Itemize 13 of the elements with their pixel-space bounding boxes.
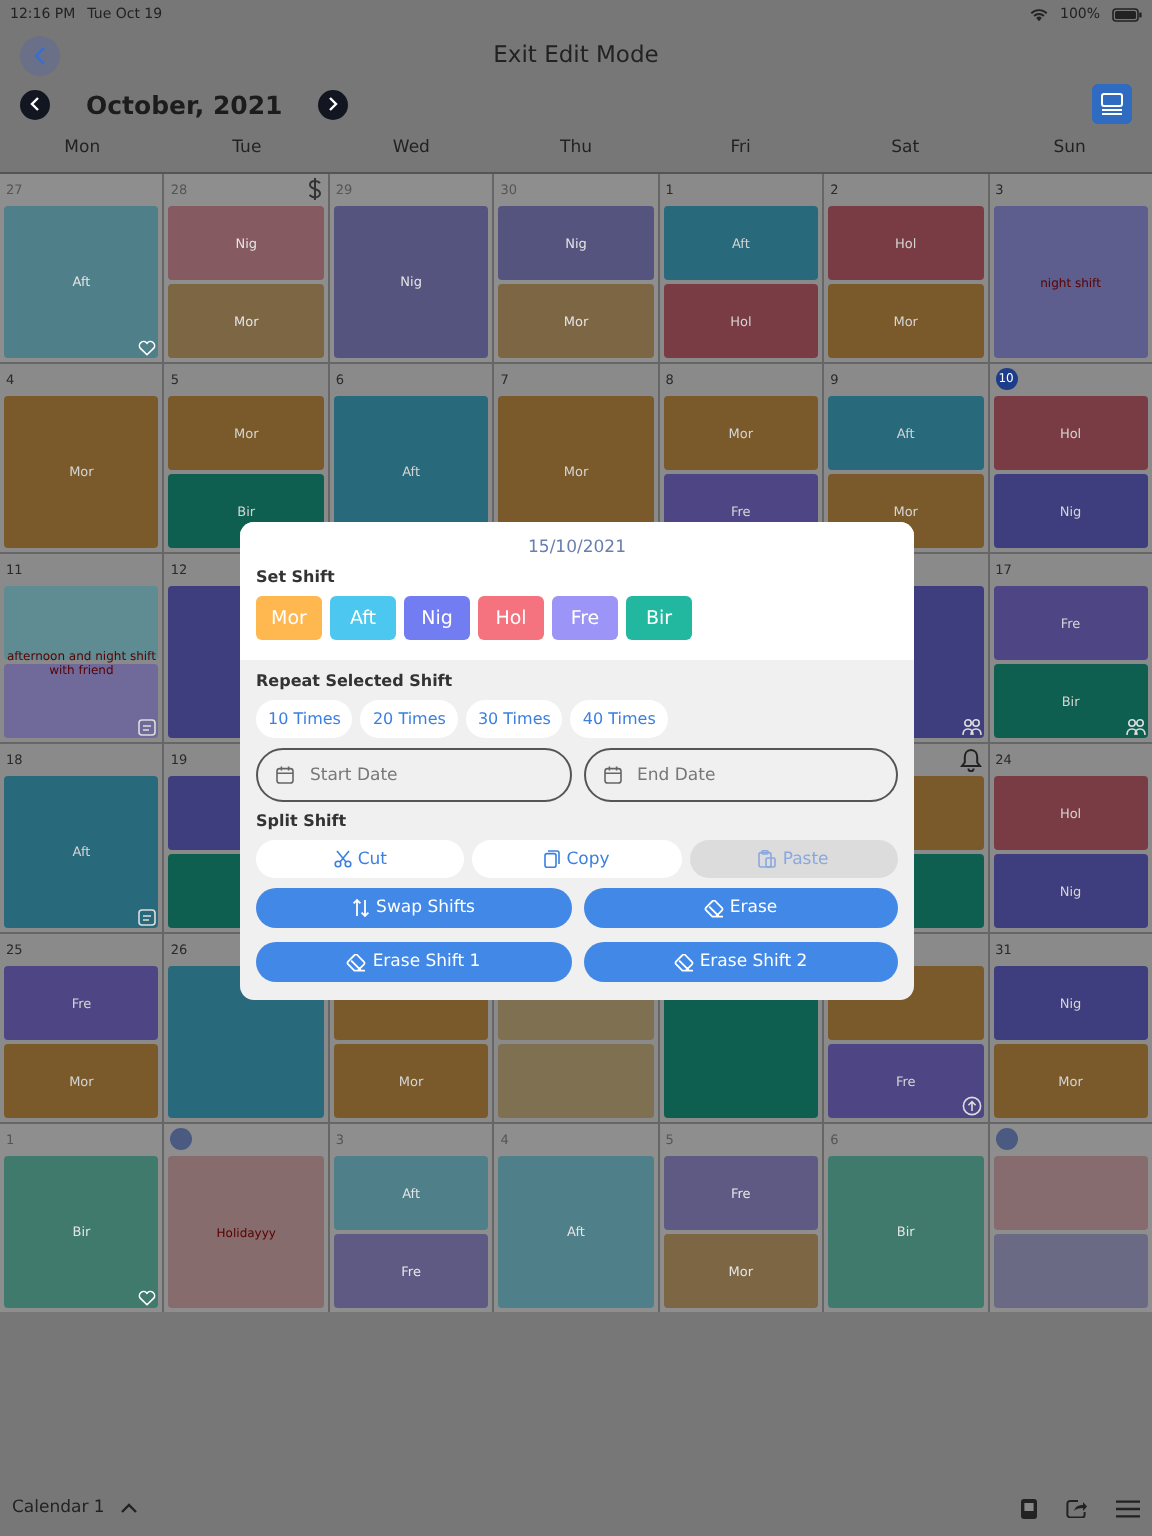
page-title: Exit Edit Mode [493, 40, 659, 68]
weekday-label: Wed [390, 138, 432, 158]
section-title: Set Shift [256, 568, 337, 586]
calendar-name: Calendar 1 [12, 1498, 105, 1518]
section-title: Repeat Selected Shift [256, 672, 455, 690]
weekday-label: Tue [230, 138, 264, 158]
month-title: October, 2021 [84, 89, 285, 119]
weekday-label: Sat [889, 138, 922, 158]
weekday-label: Thu [558, 138, 594, 158]
weekday-label: Fri [728, 138, 753, 158]
weekday-label: Sun [1051, 138, 1088, 158]
weekday-label: Mon [62, 138, 103, 158]
section-title: Split Shift [256, 812, 349, 830]
